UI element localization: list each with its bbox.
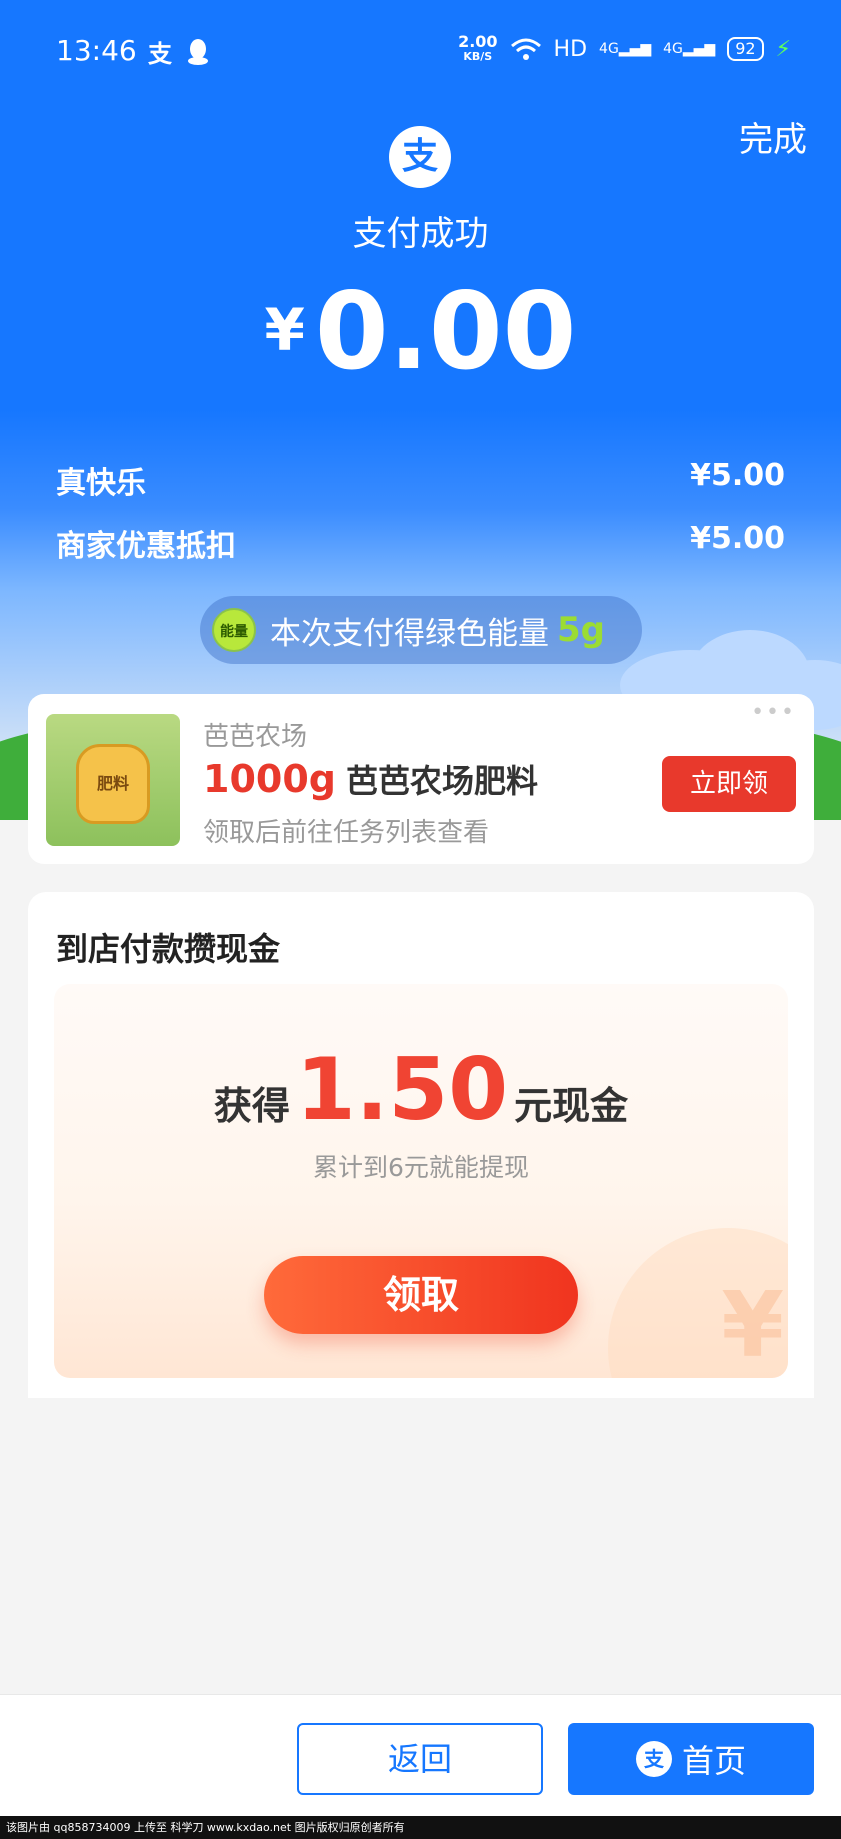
signal-4g-icon: 4G▂▄▆ xyxy=(599,41,652,57)
cash-earn-suffix: 元现金 xyxy=(514,1084,629,1128)
breakdown-value: ¥5.00 xyxy=(690,458,785,493)
breakdown-label: 真快乐 xyxy=(56,466,146,501)
back-button[interactable]: 返回 xyxy=(297,1723,543,1795)
cash-earn-amount: 1.50 xyxy=(295,1040,509,1140)
fertilizer-image: 肥料 xyxy=(46,714,180,846)
breakdown-label: 商家优惠抵扣 xyxy=(56,529,236,564)
alipay-logo-icon: 支 xyxy=(389,126,451,188)
energy-text: 本次支付得绿色能量 xyxy=(270,615,549,652)
status-bar: 13:46 支 2.00 KB/S HD 4G▂▄▆ 4G▂▄▆ 92 ⚡ xyxy=(0,0,841,100)
qq-icon xyxy=(188,38,208,65)
energy-badge-icon: 能量 xyxy=(212,608,256,652)
signal-4g-icon: 4G▂▄▆ xyxy=(663,41,716,57)
breakdown-value: ¥5.00 xyxy=(690,521,785,556)
home-button-label: 首页 xyxy=(681,1742,746,1780)
wifi-icon xyxy=(510,38,541,60)
breakdown-row: 商家优惠抵扣 ¥5.00 xyxy=(56,521,785,565)
farm-reward-card[interactable]: 肥料 ••• 芭芭农场 1000g 芭芭农场肥料 领取后前往任务列表查看 立即领 xyxy=(28,694,814,864)
status-time: 13:46 xyxy=(56,34,137,67)
yen-decoration-icon: ¥ xyxy=(721,1273,784,1378)
status-left-icons: 支 xyxy=(148,34,210,69)
cash-subtitle: 累计到6元就能提现 xyxy=(313,1153,529,1182)
charging-icon: ⚡ xyxy=(775,36,791,62)
watermark-text: 该图片由 qq858734009 上传至 科学刀 www.kxdao.net 图… xyxy=(0,1816,841,1839)
farm-reward-title: 1000g 芭芭农场肥料 xyxy=(203,756,538,802)
status-right-icons: 2.00 KB/S HD 4G▂▄▆ 4G▂▄▆ 92 ⚡ xyxy=(458,34,791,64)
farm-reward-subtitle: 领取后前往任务列表查看 xyxy=(203,818,490,848)
more-options-icon[interactable]: ••• xyxy=(751,700,796,725)
claim-now-button[interactable]: 立即领 xyxy=(662,756,796,812)
battery-icon: 92 xyxy=(727,37,764,61)
farm-reward-qty: 1000g xyxy=(203,757,336,801)
cash-card-title: 到店付款攒现金 xyxy=(56,930,281,968)
amount-value: 0.00 xyxy=(314,270,577,393)
payment-success-title: 支付成功 xyxy=(352,214,489,254)
cash-reward-card: 到店付款攒现金 ¥ 获得1.50 元现金 累计到6元就能提现 领取 xyxy=(28,892,814,1398)
breakdown-row: 真快乐 ¥5.00 xyxy=(56,458,785,502)
alipay-notification-icon: 支 xyxy=(148,40,172,68)
cash-earn-text: 获得1.50 元现金 xyxy=(54,1040,788,1140)
bottom-action-bar: 返回 支 首页 xyxy=(0,1694,841,1816)
hd-label: HD xyxy=(553,36,588,62)
alipay-home-icon: 支 xyxy=(635,1741,672,1777)
network-speed: 2.00 KB/S xyxy=(458,32,498,64)
done-button[interactable]: 完成 xyxy=(739,112,807,161)
cash-earn-prefix: 获得 xyxy=(213,1084,290,1128)
home-button[interactable]: 支 首页 xyxy=(568,1723,814,1795)
currency-symbol: ¥ xyxy=(264,296,305,364)
energy-amount: 5g xyxy=(557,610,605,650)
claim-cash-button[interactable]: 领取 xyxy=(264,1256,578,1334)
farm-reward-name: 芭芭农场肥料 xyxy=(345,762,538,800)
farm-source-label: 芭芭农场 xyxy=(203,722,308,752)
payment-amount: ¥0.00 xyxy=(0,270,841,393)
cash-reward-panel: ¥ 获得1.50 元现金 累计到6元就能提现 领取 xyxy=(54,984,788,1378)
green-energy-banner[interactable]: 能量 本次支付得绿色能量 5g xyxy=(200,596,642,664)
fertilizer-sack-icon: 肥料 xyxy=(76,744,150,824)
